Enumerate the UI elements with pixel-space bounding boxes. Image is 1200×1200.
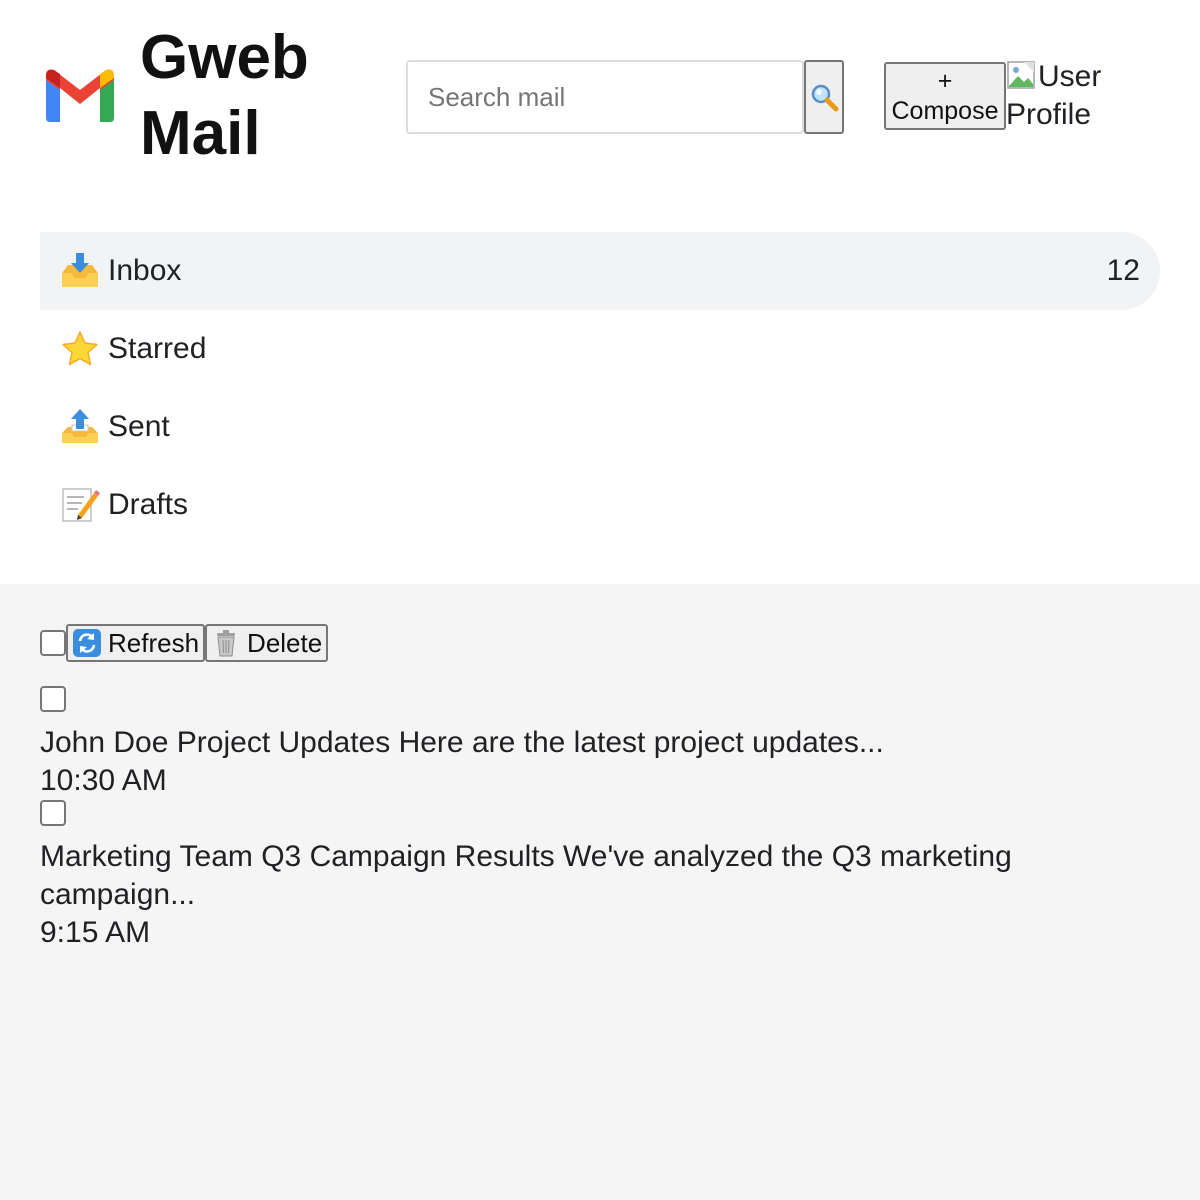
sidebar-item-label: Starred xyxy=(108,332,207,365)
user-profile-image[interactable]: User Profile xyxy=(1006,58,1156,134)
sidebar-item-inbox[interactable]: Inbox 12 xyxy=(40,232,1160,310)
delete-label: Delete xyxy=(247,627,323,658)
brand-title: Gweb Mail xyxy=(140,23,309,168)
sidebar-item-label: Sent xyxy=(108,410,170,443)
header-and-nav-panel: Gweb Mail + Compose User Profile I xyxy=(0,0,1200,584)
magnifier-icon xyxy=(811,84,839,112)
email-select-checkbox[interactable] xyxy=(40,800,66,826)
compose-label: Compose xyxy=(891,97,999,125)
email-row[interactable]: Marketing Team Q3 Campaign Results We've… xyxy=(40,800,1120,952)
email-subject: Q3 Campaign Results xyxy=(261,840,555,873)
star-icon xyxy=(62,331,98,366)
email-subject: Project Updates xyxy=(176,726,391,759)
mail-toolbar: Refresh Delete xyxy=(40,624,329,662)
sidebar-nav: Inbox 12 Starred Sent Drafts xyxy=(40,232,1160,544)
memo-icon xyxy=(62,488,100,522)
select-all-checkbox[interactable] xyxy=(40,630,66,656)
refresh-label: Refresh xyxy=(108,627,200,658)
email-time: 10:30 AM xyxy=(40,764,167,797)
broken-image-icon xyxy=(1007,61,1035,89)
inbox-tray-icon xyxy=(62,253,98,287)
refresh-icon xyxy=(73,629,101,657)
outbox-tray-icon xyxy=(62,409,98,443)
search-button[interactable] xyxy=(804,60,844,134)
inbox-unread-count: 12 xyxy=(1106,254,1140,287)
email-list: John Doe Project Updates Here are the la… xyxy=(40,686,1120,952)
email-row[interactable]: John Doe Project Updates Here are the la… xyxy=(40,686,1120,800)
email-time: 9:15 AM xyxy=(40,916,151,949)
delete-button[interactable]: Delete xyxy=(205,624,329,662)
sidebar-item-starred[interactable]: Starred xyxy=(40,310,1160,388)
email-sender: John Doe xyxy=(40,726,169,759)
email-summary: Marketing Team Q3 Campaign Results We've… xyxy=(40,838,1120,914)
gmail-logo-icon xyxy=(46,69,114,122)
email-summary: John Doe Project Updates Here are the la… xyxy=(40,724,1120,762)
compose-button[interactable]: + Compose xyxy=(884,62,1006,130)
trash-icon xyxy=(217,630,236,657)
refresh-button[interactable]: Refresh xyxy=(66,624,206,662)
sidebar-item-drafts[interactable]: Drafts xyxy=(40,466,1160,544)
email-select-checkbox[interactable] xyxy=(40,686,66,712)
email-preview: Here are the latest project updates... xyxy=(398,726,884,759)
sidebar-item-label: Drafts xyxy=(108,488,189,521)
sidebar-item-label: Inbox xyxy=(108,254,182,287)
search-input[interactable] xyxy=(406,60,804,134)
email-sender: Marketing Team xyxy=(40,840,253,873)
sidebar-item-sent[interactable]: Sent xyxy=(40,388,1160,466)
compose-plus: + xyxy=(937,67,953,95)
